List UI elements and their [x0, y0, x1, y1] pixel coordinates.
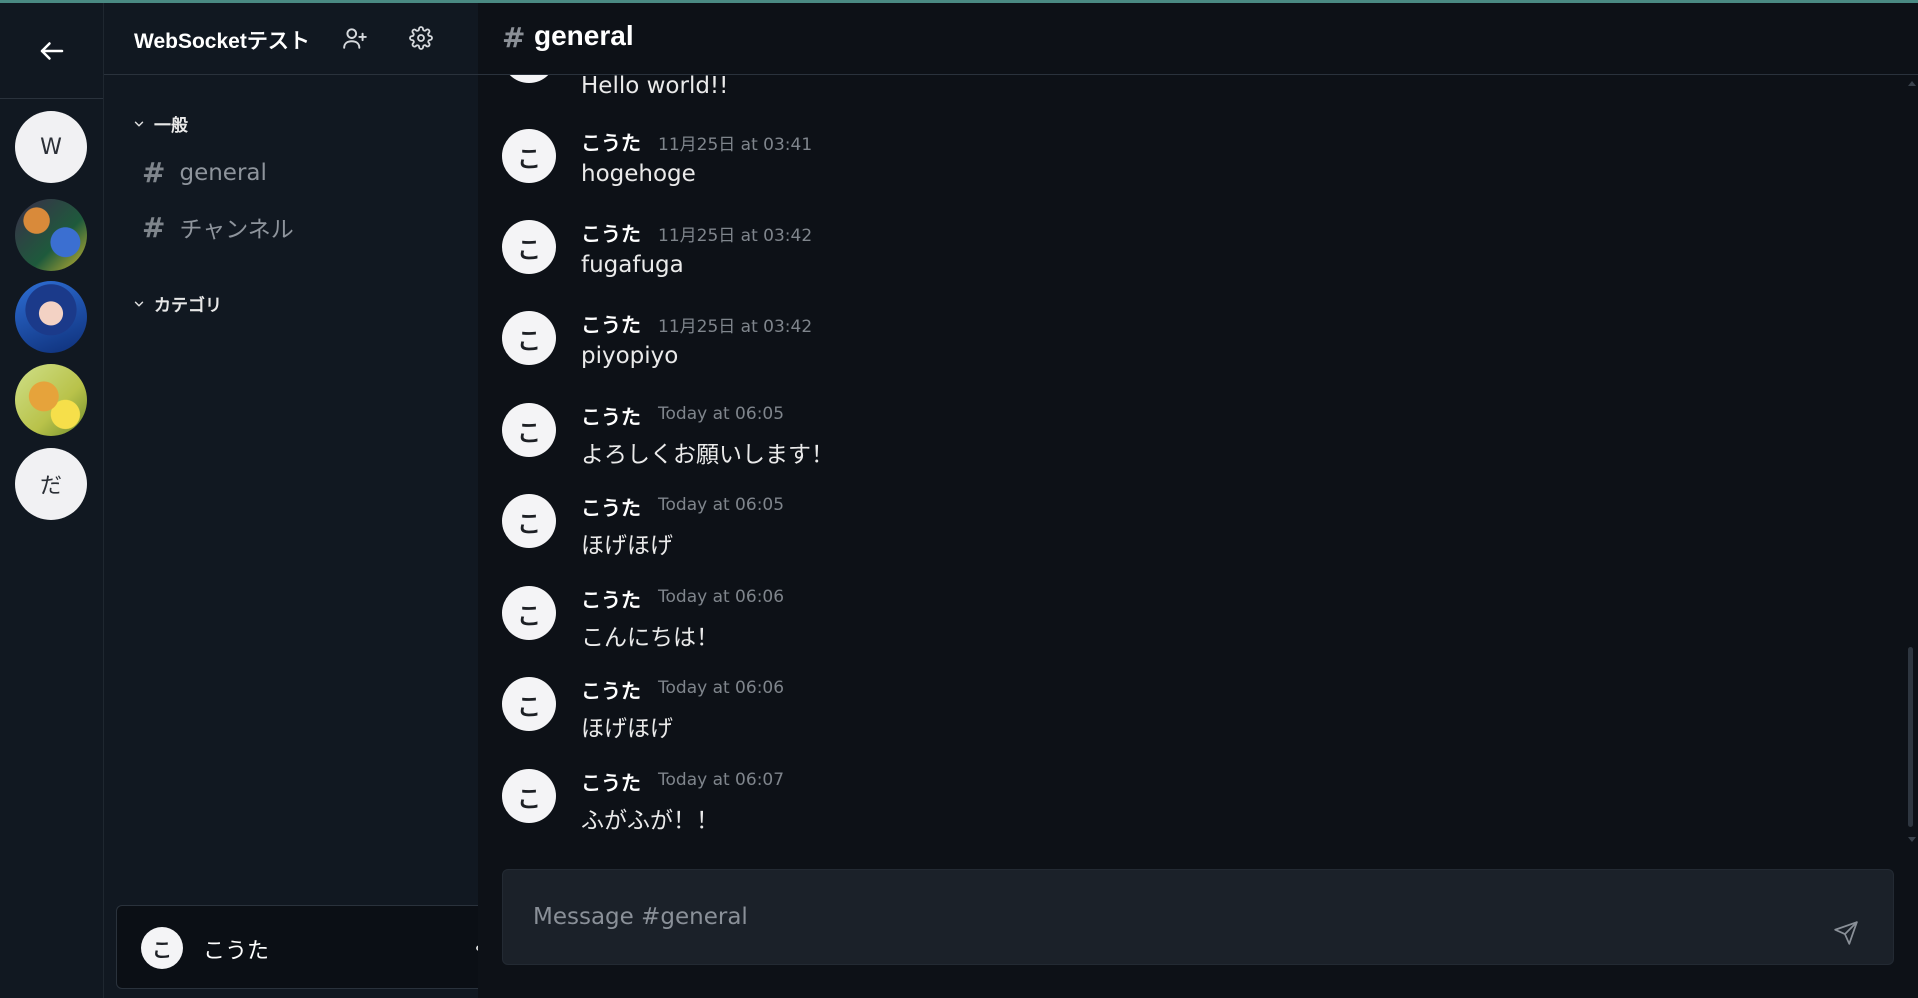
message-timestamp: 11月25日 at 03:42: [658, 226, 813, 246]
message-text: こんにちは！: [581, 625, 719, 651]
chevron-down-icon: [134, 301, 144, 306]
avatar[interactable]: こ: [502, 586, 556, 640]
avatar[interactable]: こ: [502, 494, 556, 548]
server-icon-w[interactable]: W: [15, 111, 87, 183]
channel-item-general[interactable]: # general: [142, 156, 267, 189]
message-item: こ こうた 11月25日 at 03:42 fugafuga: [502, 220, 1882, 310]
message-text: fugafuga: [581, 252, 684, 278]
username: こうた: [203, 939, 270, 964]
chevron-down-icon: [134, 121, 144, 126]
message-timestamp: 11月25日 at 03:41: [658, 135, 813, 155]
message-item: こ こうた Today at 06:06 ほげほげ: [502, 677, 1882, 767]
server-initial: だ: [39, 474, 62, 499]
message-item: こ こうた 11月25日 at 03:42 piyopiyo: [502, 311, 1882, 401]
scroll-down-arrow[interactable]: [1908, 837, 1916, 842]
category-kategori[interactable]: カテゴリ: [132, 291, 222, 316]
channel-label: チャンネル: [179, 217, 294, 243]
server-settings-button[interactable]: [406, 23, 436, 53]
scrollbar[interactable]: [1906, 83, 1914, 843]
avatar[interactable]: こ: [502, 129, 556, 183]
channel-sidebar: WebSocketテスト 一般 # general # チャンネル カテゴリ こ…: [104, 3, 570, 998]
message-item: こ こうた 11月25日 at 03:41 hogehoge: [502, 129, 1882, 219]
category-label: 一般: [154, 116, 188, 136]
avatar[interactable]: こ: [502, 769, 556, 823]
message-text: ほげほげ: [581, 533, 673, 559]
back-button[interactable]: [0, 3, 103, 99]
server-icon-image-2[interactable]: [15, 281, 87, 353]
category-ippan[interactable]: 一般: [132, 111, 188, 136]
message-timestamp: 11月25日 at 03:42: [658, 317, 813, 337]
message-text: piyopiyo: [581, 343, 679, 369]
message-timestamp: Today at 06:06: [658, 587, 785, 607]
message-text: Hello world!!: [581, 73, 729, 99]
arrow-left-icon: [40, 41, 63, 60]
invite-user-button[interactable]: [340, 23, 370, 53]
avatar[interactable]: こ: [502, 220, 556, 274]
hash-icon: #: [502, 21, 526, 54]
message-list[interactable]: Hello world!! こ こうた 11月25日 at 03:41 hoge…: [478, 3, 1918, 853]
server-rail: W だ: [0, 3, 104, 998]
message-text: ほげほげ: [581, 716, 673, 742]
message-timestamp: Today at 06:06: [658, 678, 785, 698]
avatar[interactable]: こ: [502, 677, 556, 731]
sidebar-header: WebSocketテスト: [104, 3, 478, 75]
hash-icon: #: [142, 210, 166, 244]
gear-icon: [409, 26, 433, 50]
chat-main: Hello world!! こ こうた 11月25日 at 03:41 hoge…: [478, 3, 1918, 998]
message-item: こ こうた Today at 06:05 ほげほげ: [502, 494, 1882, 584]
scrollbar-thumb[interactable]: [1908, 647, 1913, 827]
message-timestamp: Today at 06:05: [658, 495, 785, 515]
message-author[interactable]: こうた: [581, 127, 641, 156]
message-item: こ こうた Today at 06:06 こんにちは！: [502, 586, 1882, 676]
message-composer: [502, 869, 1894, 965]
message-input[interactable]: [503, 870, 1813, 964]
message-author[interactable]: こうた: [581, 584, 641, 613]
send-button[interactable]: [1831, 918, 1861, 948]
message-item: こ こうた Today at 06:07 ふがふが！！: [502, 769, 1882, 853]
server-icon-da[interactable]: だ: [15, 448, 87, 520]
server-icon-image-3[interactable]: [15, 364, 87, 436]
category-label: カテゴリ: [154, 296, 222, 316]
channel-title: general: [534, 20, 634, 51]
message-author[interactable]: こうた: [581, 218, 641, 247]
message-timestamp: Today at 06:05: [658, 404, 785, 424]
send-icon: [1834, 921, 1858, 945]
avatar[interactable]: こ: [502, 311, 556, 365]
server-icon-image-1[interactable]: [15, 199, 87, 271]
server-initial: W: [40, 134, 62, 160]
message-text: hogehoge: [581, 161, 696, 187]
message-author[interactable]: こうた: [581, 767, 641, 796]
channel-item-channel[interactable]: # チャンネル: [142, 210, 294, 244]
message-text: よろしくお願いします！: [581, 442, 834, 468]
channel-header: # general: [478, 3, 1918, 75]
avatar[interactable]: こ: [141, 927, 183, 969]
message-author[interactable]: こうた: [581, 401, 641, 430]
user-plus-icon: [343, 28, 367, 49]
message-author[interactable]: こうた: [581, 675, 641, 704]
message-author[interactable]: こうた: [581, 492, 641, 521]
message-timestamp: Today at 06:07: [658, 770, 785, 790]
server-name[interactable]: WebSocketテスト: [134, 25, 310, 55]
message-author[interactable]: こうた: [581, 309, 641, 338]
message-item: こ こうた Today at 06:05 よろしくお願いします！: [502, 403, 1882, 493]
message-text: ふがふが！！: [581, 808, 719, 834]
avatar[interactable]: こ: [502, 403, 556, 457]
channel-label: general: [179, 159, 267, 186]
hash-icon: #: [142, 156, 166, 189]
